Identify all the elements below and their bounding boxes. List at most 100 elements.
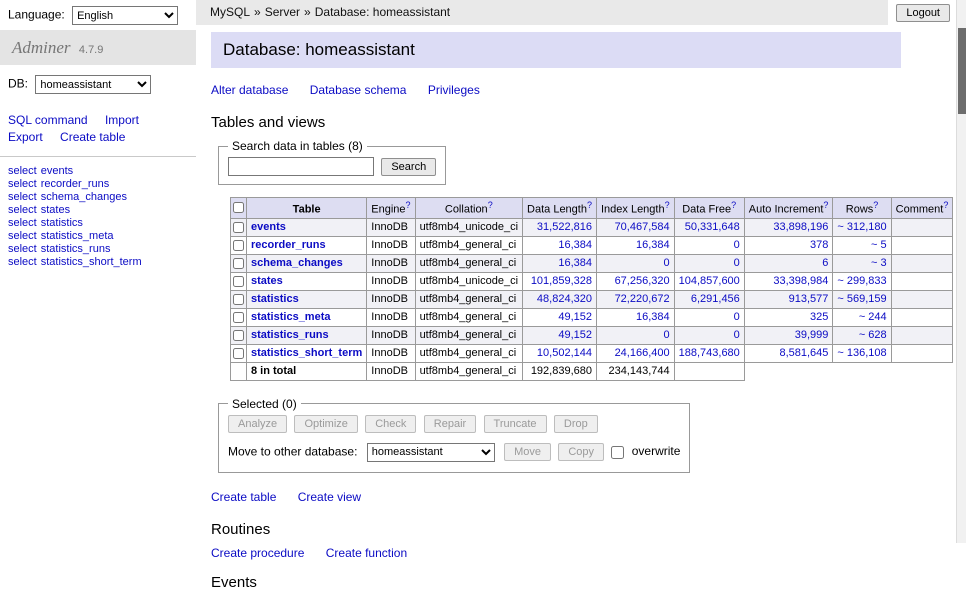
row-select-checkbox[interactable] xyxy=(233,240,244,251)
help-icon[interactable]: ? xyxy=(406,200,411,210)
vertical-scrollbar[interactable] xyxy=(956,0,966,543)
table-link[interactable]: statistics_short_term xyxy=(41,256,142,268)
overwrite-label[interactable]: overwrite xyxy=(632,444,681,458)
help-icon[interactable]: ? xyxy=(665,200,670,210)
help-icon[interactable]: ? xyxy=(587,200,592,210)
index-length-link[interactable]: 24,166,400 xyxy=(615,347,670,359)
index-length-link[interactable]: 0 xyxy=(664,257,670,269)
select-all-checkbox[interactable] xyxy=(233,202,244,213)
scrollbar-thumb[interactable] xyxy=(958,28,966,114)
row-select-checkbox[interactable] xyxy=(233,222,244,233)
auto-increment-link[interactable]: 8,581,645 xyxy=(779,347,828,359)
select-link[interactable]: select xyxy=(8,191,37,203)
help-icon[interactable]: ? xyxy=(731,200,736,210)
rows-count-link[interactable]: ~ 5 xyxy=(871,239,887,251)
table-name-link[interactable]: events xyxy=(251,221,286,233)
data-length-link[interactable]: 101,859,328 xyxy=(531,275,592,287)
drop-button[interactable]: Drop xyxy=(554,415,598,433)
rows-count-link[interactable]: ~ 299,833 xyxy=(837,275,886,287)
help-icon[interactable]: ? xyxy=(823,200,828,210)
breadcrumb-mysql-link[interactable]: MySQL xyxy=(210,5,250,19)
create-table-link[interactable]: Create table xyxy=(60,130,125,144)
truncate-button[interactable]: Truncate xyxy=(484,415,547,433)
auto-increment-link[interactable]: 913,577 xyxy=(789,293,829,305)
table-name-link[interactable]: statistics_short_term xyxy=(251,347,362,359)
auto-increment-link[interactable]: 33,898,196 xyxy=(773,221,828,233)
data-length-link[interactable]: 10,502,144 xyxy=(537,347,592,359)
create-table-link[interactable]: Create table xyxy=(211,490,276,504)
help-icon[interactable]: ? xyxy=(873,200,878,210)
auto-increment-link[interactable]: 6 xyxy=(822,257,828,269)
row-select-checkbox[interactable] xyxy=(233,258,244,269)
select-link[interactable]: select xyxy=(8,243,37,255)
data-free-link[interactable]: 0 xyxy=(734,257,740,269)
select-link[interactable]: select xyxy=(8,230,37,242)
create-procedure-link[interactable]: Create procedure xyxy=(211,546,304,560)
search-input[interactable] xyxy=(228,157,374,176)
data-free-link[interactable]: 50,331,648 xyxy=(685,221,740,233)
search-button[interactable]: Search xyxy=(381,158,436,176)
table-name-link[interactable]: statistics xyxy=(251,293,299,305)
data-free-link[interactable]: 0 xyxy=(734,329,740,341)
move-button[interactable]: Move xyxy=(504,443,551,461)
check-button[interactable]: Check xyxy=(365,415,416,433)
db-select[interactable]: homeassistant xyxy=(35,75,151,94)
row-select-checkbox[interactable] xyxy=(233,312,244,323)
sql-command-link[interactable]: SQL command xyxy=(8,113,88,127)
index-length-link[interactable]: 0 xyxy=(664,329,670,341)
alter-database-link[interactable]: Alter database xyxy=(211,83,288,97)
data-free-link[interactable]: 104,857,600 xyxy=(679,275,740,287)
table-name-link[interactable]: states xyxy=(251,275,283,287)
data-free-link[interactable]: 0 xyxy=(734,239,740,251)
rows-count-link[interactable]: ~ 312,180 xyxy=(837,221,886,233)
select-link[interactable]: select xyxy=(8,165,37,177)
index-length-link[interactable]: 72,220,672 xyxy=(615,293,670,305)
auto-increment-link[interactable]: 325 xyxy=(810,311,828,323)
import-link[interactable]: Import xyxy=(105,113,139,127)
table-link[interactable]: statistics_runs xyxy=(41,243,111,255)
repair-button[interactable]: Repair xyxy=(424,415,476,433)
auto-increment-link[interactable]: 33,398,984 xyxy=(773,275,828,287)
copy-button[interactable]: Copy xyxy=(558,443,604,461)
table-link[interactable]: events xyxy=(41,165,73,177)
row-select-checkbox[interactable] xyxy=(233,330,244,341)
rows-count-link[interactable]: ~ 3 xyxy=(871,257,887,269)
auto-increment-link[interactable]: 378 xyxy=(810,239,828,251)
rows-count-link[interactable]: ~ 136,108 xyxy=(837,347,886,359)
data-length-link[interactable]: 31,522,816 xyxy=(537,221,592,233)
table-name-link[interactable]: recorder_runs xyxy=(251,239,326,251)
create-function-link[interactable]: Create function xyxy=(326,546,407,560)
select-link[interactable]: select xyxy=(8,178,37,190)
data-free-link[interactable]: 0 xyxy=(734,311,740,323)
table-name-link[interactable]: schema_changes xyxy=(251,257,343,269)
row-select-checkbox[interactable] xyxy=(233,276,244,287)
select-link[interactable]: select xyxy=(8,256,37,268)
table-link[interactable]: states xyxy=(41,204,70,216)
auto-increment-link[interactable]: 39,999 xyxy=(795,329,829,341)
data-length-link[interactable]: 16,384 xyxy=(558,239,592,251)
database-schema-link[interactable]: Database schema xyxy=(310,83,407,97)
analyze-button[interactable]: Analyze xyxy=(228,415,287,433)
language-select[interactable]: English xyxy=(72,6,178,25)
table-name-link[interactable]: statistics_runs xyxy=(251,329,329,341)
export-link[interactable]: Export xyxy=(8,130,43,144)
move-db-select[interactable]: homeassistant xyxy=(367,443,495,462)
index-length-link[interactable]: 70,467,584 xyxy=(615,221,670,233)
data-length-link[interactable]: 16,384 xyxy=(558,257,592,269)
data-free-link[interactable]: 6,291,456 xyxy=(691,293,740,305)
overwrite-checkbox[interactable] xyxy=(611,446,624,459)
data-length-link[interactable]: 49,152 xyxy=(558,329,592,341)
rows-count-link[interactable]: ~ 628 xyxy=(859,329,887,341)
index-length-link[interactable]: 16,384 xyxy=(636,239,670,251)
rows-count-link[interactable]: ~ 244 xyxy=(859,311,887,323)
index-length-link[interactable]: 67,256,320 xyxy=(615,275,670,287)
row-select-checkbox[interactable] xyxy=(233,294,244,305)
logout-button[interactable]: Logout xyxy=(896,4,950,22)
table-link[interactable]: recorder_runs xyxy=(41,178,109,190)
privileges-link[interactable]: Privileges xyxy=(428,83,480,97)
select-link[interactable]: select xyxy=(8,217,37,229)
row-select-checkbox[interactable] xyxy=(233,348,244,359)
optimize-button[interactable]: Optimize xyxy=(294,415,357,433)
data-length-link[interactable]: 49,152 xyxy=(558,311,592,323)
table-name-link[interactable]: statistics_meta xyxy=(251,311,331,323)
